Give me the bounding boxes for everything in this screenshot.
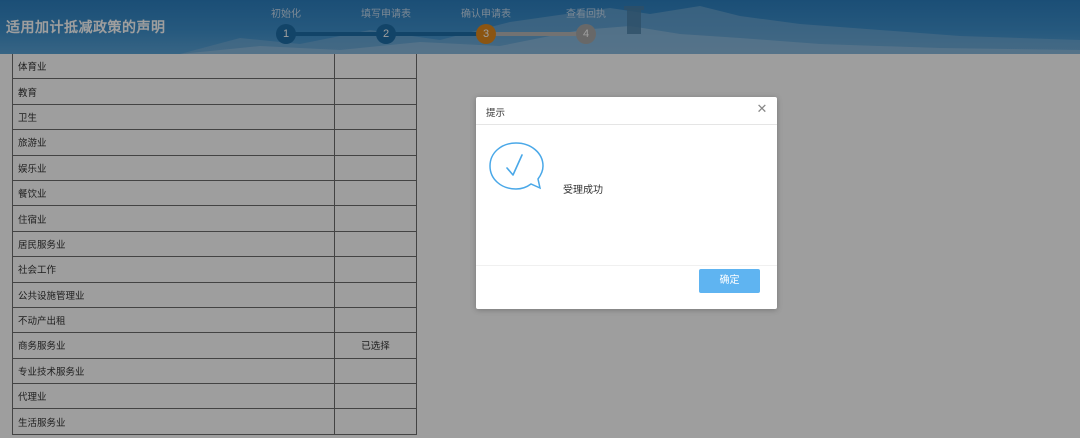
dialog-title: 提示 [486, 108, 506, 119]
dialog-body: 受理成功 [476, 125, 777, 265]
close-icon[interactable]: ✕ [756, 103, 768, 117]
confirm-button[interactable]: 确定 [699, 269, 760, 293]
success-check-bubble-icon [489, 142, 544, 190]
dialog-footer: 确定 [476, 265, 777, 309]
success-dialog: 提示 ✕ 受理成功 确定 [476, 97, 777, 309]
dialog-message: 受理成功 [563, 185, 603, 196]
dialog-header: 提示 ✕ [476, 97, 777, 125]
